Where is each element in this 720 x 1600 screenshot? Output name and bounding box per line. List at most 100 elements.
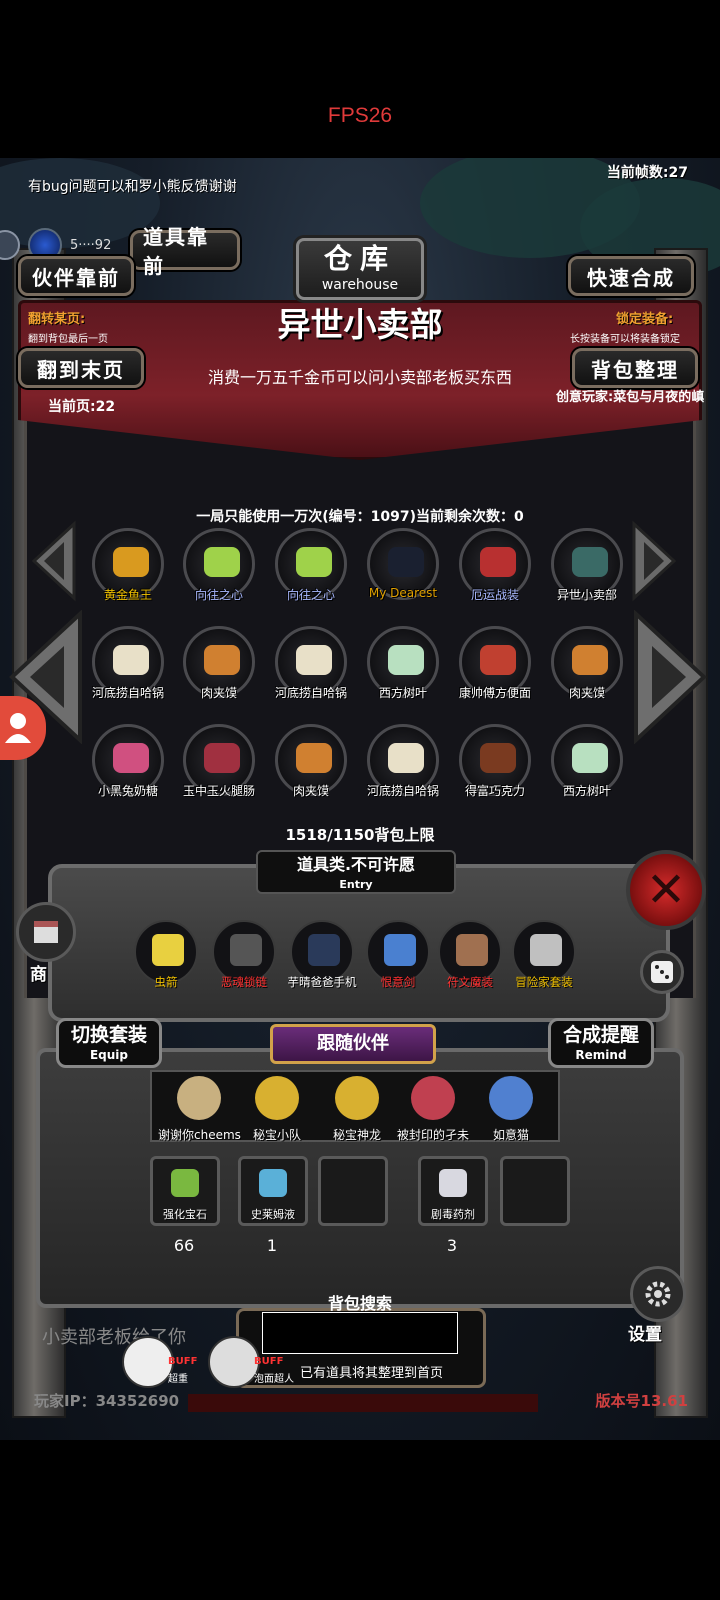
inventory-slot[interactable] bbox=[318, 1156, 388, 1226]
item-name: 厄运战装 bbox=[470, 588, 519, 602]
usage-info: 一局只能使用一万次(编号：1097)当前剩余次数：0 bbox=[196, 509, 524, 525]
item-sprite bbox=[204, 743, 240, 773]
next-page-arrow[interactable] bbox=[630, 520, 678, 602]
current-page: 当前页:22 bbox=[48, 399, 116, 415]
buff-overweight: BUFF 超重 bbox=[122, 1336, 197, 1392]
item-sprite bbox=[113, 547, 149, 577]
equipment-sprite bbox=[308, 934, 340, 966]
quick-craft-button[interactable]: 快速合成 bbox=[568, 256, 694, 296]
slot-item-count: 1 bbox=[266, 1236, 278, 1255]
inventory-slot[interactable] bbox=[500, 1156, 570, 1226]
sort-hint: 已有道具将其整理到首页 bbox=[300, 1366, 444, 1381]
shop-side-icon[interactable] bbox=[16, 902, 76, 962]
item-name: 得富巧克力 bbox=[464, 784, 525, 798]
slot-item-count: 3 bbox=[446, 1236, 458, 1255]
slot-item-name: 史莱姆液 bbox=[251, 1208, 295, 1221]
inventory-item[interactable]: 厄运战装 bbox=[455, 528, 535, 603]
inventory-item[interactable]: 肉夹馍 bbox=[547, 626, 627, 701]
slot-item-name: 剧毒药剂 bbox=[431, 1208, 475, 1221]
inventory-item[interactable]: 小黑兔奶糖 bbox=[88, 724, 168, 799]
companion-sprite bbox=[411, 1076, 455, 1120]
buff-tag: BUFF bbox=[168, 1356, 198, 1367]
frame-count: 当前帧数:27 bbox=[606, 165, 688, 181]
companion[interactable]: 被封印的孑未 bbox=[392, 1066, 474, 1143]
inventory-item[interactable]: 河底捞自哈锅 bbox=[271, 626, 351, 701]
inventory-item[interactable]: 异世小卖部 bbox=[547, 528, 627, 603]
bag-capacity: 1518/1150背包上限 bbox=[285, 826, 435, 844]
arrow-right-large-icon bbox=[634, 610, 707, 744]
items-front-button[interactable]: 道具靠前 bbox=[130, 225, 240, 278]
item-name: 肉夹馍 bbox=[568, 686, 605, 700]
next-section-arrow[interactable] bbox=[632, 610, 708, 744]
dice-button[interactable] bbox=[640, 950, 684, 994]
item-sprite bbox=[480, 743, 516, 773]
user-icon bbox=[5, 713, 31, 743]
inventory-item[interactable]: 河底捞自哈锅 bbox=[88, 626, 168, 701]
buff-noodle-icon bbox=[208, 1336, 260, 1388]
creator-credit: 创意玩家:菜包与月夜的嵮 bbox=[556, 390, 705, 405]
inventory-item[interactable]: 向往之心 bbox=[271, 528, 351, 603]
companion[interactable]: 谢谢你cheems bbox=[158, 1066, 241, 1143]
item-name: 黄金鱼王 bbox=[103, 588, 152, 602]
search-input[interactable] bbox=[262, 1312, 458, 1354]
item-sprite bbox=[388, 743, 424, 773]
item-sprite bbox=[480, 645, 516, 675]
item-sprite bbox=[572, 645, 608, 675]
entry-header: 道具类.不可许愿 Entry bbox=[256, 850, 456, 894]
gold-amount: 5····92 bbox=[70, 238, 112, 253]
item-name: 小黑兔奶糖 bbox=[97, 784, 158, 798]
item-name: My Dearest bbox=[368, 586, 438, 600]
item-sprite bbox=[204, 547, 240, 577]
inventory-item[interactable]: 黄金鱼王 bbox=[88, 528, 168, 603]
bug-report-note: 有bug问题可以和罗小熊反馈谢谢 bbox=[28, 179, 237, 195]
close-button[interactable]: ✕ bbox=[626, 850, 706, 930]
warehouse-title: 仓库 bbox=[323, 242, 396, 275]
switch-equip-button[interactable]: 切换套装 Equip bbox=[56, 1018, 162, 1068]
inventory-item[interactable]: 肉夹馍 bbox=[179, 626, 259, 701]
equipment-item[interactable]: 恨意剑 bbox=[360, 920, 436, 990]
shop-title: 异世小卖部 bbox=[277, 305, 443, 344]
companion-portrait bbox=[241, 1066, 313, 1130]
inventory-item[interactable]: 康帅傅方便面 bbox=[455, 626, 535, 701]
buff-name: 超重 bbox=[168, 1374, 188, 1385]
settings-button[interactable] bbox=[630, 1266, 686, 1322]
companion-sprite bbox=[177, 1076, 221, 1120]
switch-equip-label: 切换套装 bbox=[70, 1024, 147, 1046]
item-name: 河底捞自哈锅 bbox=[274, 686, 347, 700]
companion-portrait bbox=[397, 1066, 469, 1130]
inventory-item[interactable]: 河底捞自哈锅 bbox=[363, 724, 443, 799]
companion[interactable]: 秘宝小队 bbox=[236, 1066, 318, 1143]
inventory-item[interactable]: 得富巧克力 bbox=[455, 724, 535, 799]
inventory-item[interactable]: My Dearest bbox=[363, 528, 443, 600]
prev-page-arrow[interactable] bbox=[30, 520, 78, 602]
entry-subtitle: Entry bbox=[339, 878, 373, 891]
item-name: 康帅傅方便面 bbox=[458, 686, 531, 700]
companion[interactable]: 如意猫 bbox=[470, 1066, 552, 1143]
companion-sprite bbox=[489, 1076, 533, 1120]
inventory-item[interactable]: 西方树叶 bbox=[547, 724, 627, 799]
companion[interactable]: 秘宝神龙 bbox=[316, 1066, 398, 1143]
dice-icon bbox=[651, 961, 673, 983]
partner-front-button[interactable]: 伙伴靠前 bbox=[18, 256, 134, 296]
buff-noodle: BUFF 泡面超人 bbox=[208, 1336, 294, 1392]
equipment-name: 冒险家套装 bbox=[515, 975, 573, 989]
player-id: 玩家IP：34352690 bbox=[34, 1392, 180, 1410]
item-sprite bbox=[296, 743, 332, 773]
equipment-name: 符文魔装 bbox=[447, 975, 493, 989]
gear-icon bbox=[645, 1281, 671, 1307]
inventory-item[interactable]: 西方树叶 bbox=[363, 626, 443, 701]
equipment-item[interactable]: 芋晴爸爸手机 bbox=[284, 920, 360, 990]
inventory-item[interactable]: 玉中玉火腿肠 bbox=[179, 724, 259, 799]
craft-remind-button[interactable]: 合成提醒 Remind bbox=[548, 1018, 654, 1068]
inventory-item[interactable]: 肉夹馍 bbox=[271, 724, 351, 799]
item-sprite bbox=[296, 645, 332, 675]
inventory-item[interactable]: 向往之心 bbox=[179, 528, 259, 603]
equipment-item[interactable]: 虫箭 bbox=[128, 920, 204, 990]
equipment-item[interactable]: 恶魂锁链 bbox=[206, 920, 282, 990]
arrow-right-icon bbox=[632, 520, 677, 602]
equipment-item[interactable]: 冒险家套装 bbox=[506, 920, 582, 990]
warehouse-subtitle: warehouse bbox=[321, 277, 399, 293]
equipment-item[interactable]: 符文魔装 bbox=[432, 920, 508, 990]
search-label: 背包搜索 bbox=[327, 1294, 392, 1313]
item-sprite bbox=[204, 645, 240, 675]
